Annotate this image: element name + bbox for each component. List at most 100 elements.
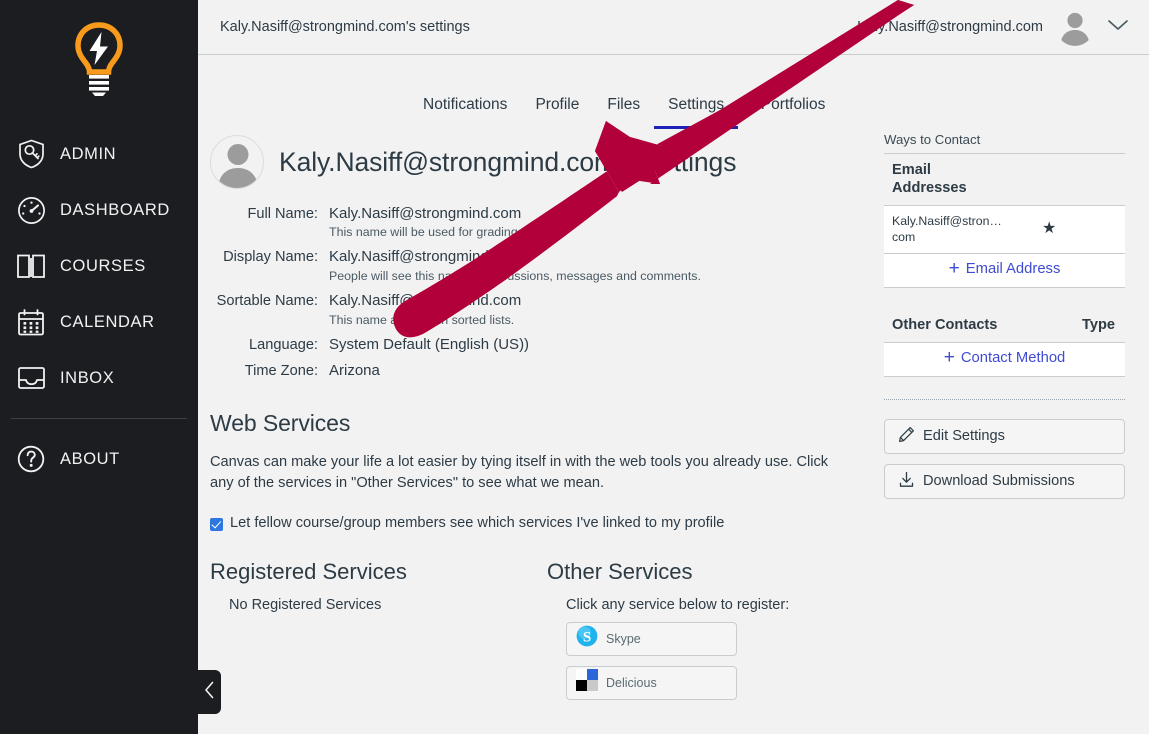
edit-settings-button[interactable]: Edit Settings: [884, 418, 1125, 454]
nav-divider: [11, 418, 187, 419]
sidebar-item-dashboard[interactable]: DASHBOARD: [0, 182, 198, 238]
top-bar-user-area: Kaly.Nasiff@strongmind.com: [857, 8, 1129, 46]
detail-label: Display Name:: [223, 249, 318, 266]
edit-settings-label: Edit Settings: [923, 428, 1005, 445]
detail-value: Kaly.Nasiff@strongmind.com: [329, 204, 522, 222]
global-navigation: ADMIN DASHBOARD COURSES CALENDAR INBOX A…: [0, 0, 198, 734]
settings-column: Kaly.Nasiff@strongmind.com's Settings Fu…: [198, 129, 874, 710]
service-button-delicious[interactable]: Delicious: [566, 665, 737, 700]
add-contact-row[interactable]: + Contact Method: [884, 342, 1125, 377]
tab-eportfolios[interactable]: ePortfolios: [738, 96, 839, 129]
other-contacts-header: Other Contacts: [884, 308, 1051, 343]
detail-label: Full Name:: [247, 205, 318, 222]
tab-notifications[interactable]: Notifications: [409, 96, 521, 129]
detail-values: Kaly.Nasiff@strongmind.com This name app…: [318, 292, 521, 327]
detail-value: Kaly.Nasiff@strongmind.com: [329, 292, 522, 309]
other-services-heading: Other Services: [547, 558, 693, 584]
registered-services-heading: Registered Services: [210, 558, 407, 584]
detail-row: Display Name: Kaly.Nasiff@strongmind.com…: [210, 248, 874, 283]
detail-row: Language: System Default (English (US)): [210, 336, 874, 355]
sidebar-item-label: DASHBOARD: [60, 200, 170, 219]
service-button-skype[interactable]: S Skype: [566, 621, 737, 656]
tab-settings[interactable]: Settings: [654, 96, 739, 129]
detail-label: Sortable Name:: [216, 293, 318, 309]
sidebar-item-calendar[interactable]: CALENDAR: [0, 294, 198, 350]
sidebar-item-admin[interactable]: ADMIN: [0, 126, 198, 182]
table-row[interactable]: Kaly.Nasiff@stron… com ★: [884, 205, 1125, 254]
tab-label: Files: [607, 96, 641, 113]
sidebar-item-label: INBOX: [60, 368, 115, 387]
share-services-checkbox[interactable]: [210, 517, 223, 531]
main-content: Kaly.Nasiff@strongmind.com's Settings Fu…: [198, 129, 1149, 710]
add-email-label-wrap: + Email Address: [948, 258, 1061, 280]
lightbulb-logo-icon: [70, 21, 128, 104]
other-services-column: Other Services Click any service below t…: [547, 559, 874, 710]
table-header-row: Email Addresses: [884, 154, 1125, 206]
profile-header: Kaly.Nasiff@strongmind.com's Settings: [210, 129, 874, 196]
add-contact-method-button[interactable]: + Contact Method: [884, 342, 1125, 377]
ways-to-contact-sidebar: Ways to Contact Email Addresses Kaly.Nas…: [874, 129, 1125, 710]
skype-icon: S: [576, 625, 598, 652]
email-addresses-header: Email Addresses: [884, 154, 1125, 206]
services-columns: Registered Services No Registered Servic…: [210, 559, 874, 710]
delicious-icon: [576, 669, 598, 696]
tab-label: Settings: [668, 96, 725, 113]
tab-label: Notifications: [423, 96, 508, 113]
page-root: ADMIN DASHBOARD COURSES CALENDAR INBOX A…: [0, 0, 1149, 734]
add-contact-label: Contact Method: [960, 350, 1066, 367]
detail-row: Time Zone: Arizona: [210, 362, 874, 381]
page-title: Kaly.Nasiff@strongmind.com's Settings: [279, 146, 737, 177]
detail-row: Full Name: Kaly.Nasiff@strongmind.com Th…: [210, 205, 874, 240]
sidebar-item-about[interactable]: ABOUT: [0, 431, 198, 487]
plus-icon: +: [943, 347, 955, 369]
add-email-address-button[interactable]: + Email Address: [884, 253, 1125, 288]
ways-to-contact-heading: Ways to Contact: [884, 132, 1125, 154]
avatar[interactable]: [210, 135, 264, 190]
inbox-tray-icon: [11, 361, 51, 395]
collapse-nav-button[interactable]: [198, 670, 221, 714]
star-filled-icon: ★: [1042, 220, 1057, 238]
detail-values: Kaly.Nasiff@strongmind.com People will s…: [318, 248, 701, 283]
gauge-icon: [11, 193, 51, 227]
detail-value: System Default (English (US)): [329, 335, 530, 353]
download-submissions-button[interactable]: Download Submissions: [884, 463, 1125, 499]
web-services-paragraph: Canvas can make your life a lot easier b…: [210, 453, 829, 492]
detail-value: Kaly.Nasiff@strongmind.com: [329, 248, 522, 266]
tab-label: Profile: [535, 96, 580, 113]
tab-profile[interactable]: Profile: [521, 96, 593, 129]
open-book-icon: [11, 249, 51, 283]
avatar[interactable]: [1056, 8, 1094, 46]
tab-label: ePortfolios: [752, 96, 826, 113]
detail-value: Arizona: [329, 361, 380, 379]
detail-label: Time Zone:: [244, 362, 318, 379]
profile-details: Full Name: Kaly.Nasiff@strongmind.com Th…: [210, 205, 874, 381]
detail-values: Kaly.Nasiff@strongmind.com This name wil…: [318, 205, 521, 240]
registered-services-column: Registered Services No Registered Servic…: [210, 559, 547, 710]
current-user-name: Kaly.Nasiff@strongmind.com: [857, 19, 1043, 35]
type-header: Type: [1050, 308, 1125, 343]
service-label: Delicious: [606, 675, 657, 690]
download-submissions-label: Download Submissions: [923, 473, 1075, 490]
sidebar-item-label: ABOUT: [60, 449, 120, 468]
chevron-down-icon[interactable]: [1107, 18, 1129, 37]
detail-hint: This name will be used for grading.: [329, 225, 522, 240]
content-area: Kaly.Nasiff@strongmind.com's settings Ka…: [198, 0, 1149, 734]
logo[interactable]: [0, 0, 198, 118]
add-email-row[interactable]: + Email Address: [884, 253, 1125, 288]
shield-key-icon: [11, 137, 51, 171]
svg-text:S: S: [583, 630, 591, 646]
plus-icon: +: [948, 258, 960, 280]
table-header-row: Other Contacts Type: [884, 308, 1125, 343]
breadcrumb: Kaly.Nasiff@strongmind.com's settings: [220, 19, 470, 35]
sidebar-item-label: CALENDAR: [60, 312, 155, 331]
sidebar-item-courses[interactable]: COURSES: [0, 238, 198, 294]
sidebar-item-inbox[interactable]: INBOX: [0, 350, 198, 406]
share-services-label: Let fellow course/group members see whic…: [230, 514, 725, 531]
tab-files[interactable]: Files: [593, 96, 654, 129]
email-addresses-table: Email Addresses Kaly.Nasiff@stron… com ★: [884, 154, 1125, 288]
default-email-cell: ★: [1034, 205, 1125, 254]
email-address-cell[interactable]: Kaly.Nasiff@stron… com: [884, 205, 1034, 254]
sidebar-item-label: ADMIN: [60, 144, 117, 163]
sidebar-item-label: COURSES: [60, 256, 146, 275]
